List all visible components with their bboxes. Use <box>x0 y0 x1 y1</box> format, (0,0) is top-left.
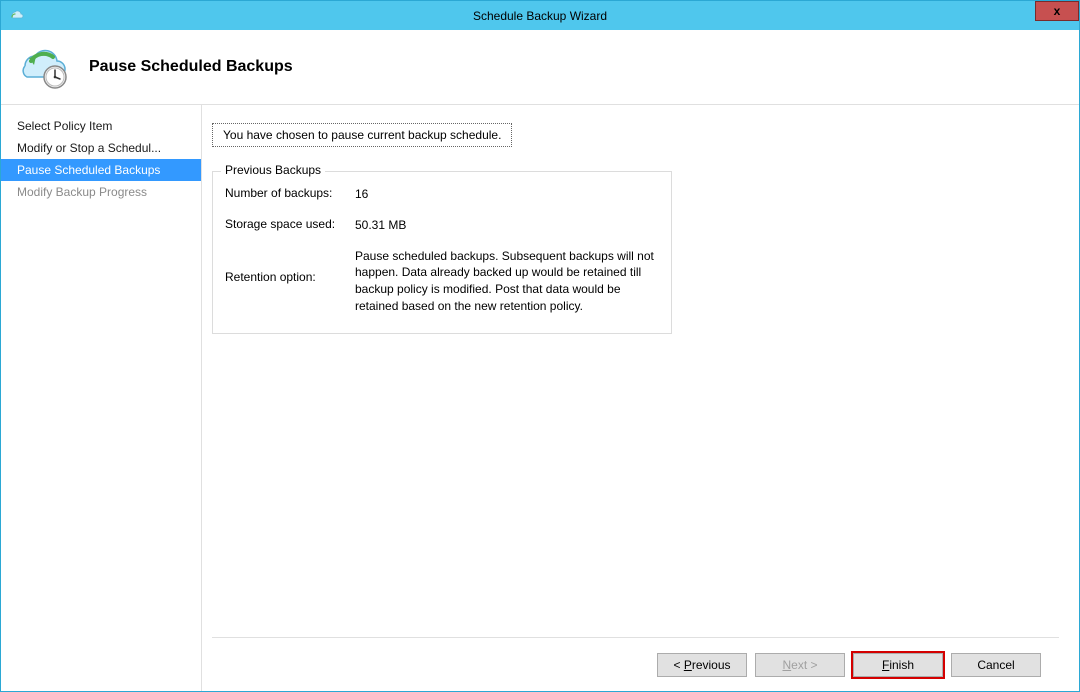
cloud-backup-icon <box>11 40 71 95</box>
cancel-button[interactable]: Cancel <box>951 653 1041 677</box>
titlebar: Schedule Backup Wizard x <box>1 1 1079 30</box>
info-message: You have chosen to pause current backup … <box>212 123 512 147</box>
wizard-content: You have chosen to pause current backup … <box>201 105 1079 691</box>
step-modify-backup-progress: Modify Backup Progress <box>1 181 201 203</box>
close-icon: x <box>1054 4 1061 18</box>
page-title: Pause Scheduled Backups <box>89 58 293 76</box>
value-storage-space-used: 50.31 MB <box>355 217 659 234</box>
wizard-header: Pause Scheduled Backups <box>1 30 1079 105</box>
app-icon <box>7 7 25 25</box>
value-retention-option: Pause scheduled backups. Subsequent back… <box>355 248 659 315</box>
step-modify-or-stop-schedule[interactable]: Modify or Stop a Schedul... <box>1 137 201 159</box>
finish-button[interactable]: Finish <box>853 653 943 677</box>
label-storage-space-used: Storage space used: <box>225 217 355 234</box>
row-storage-space-used: Storage space used: 50.31 MB <box>225 217 659 234</box>
wizard-steps-sidebar: Select Policy Item Modify or Stop a Sche… <box>1 105 201 691</box>
previous-backups-group: Previous Backups Number of backups: 16 S… <box>212 171 672 334</box>
row-number-of-backups: Number of backups: 16 <box>225 186 659 203</box>
step-pause-scheduled-backups[interactable]: Pause Scheduled Backups <box>1 159 201 181</box>
next-button: Next > <box>755 653 845 677</box>
value-number-of-backups: 16 <box>355 186 659 203</box>
wizard-window: Schedule Backup Wizard x Pause Scheduled… <box>0 0 1080 692</box>
step-select-policy-item[interactable]: Select Policy Item <box>1 115 201 137</box>
label-retention-option: Retention option: <box>225 248 355 315</box>
wizard-body: Select Policy Item Modify or Stop a Sche… <box>1 105 1079 691</box>
wizard-button-bar: < Previous Next > Finish Cancel <box>212 637 1059 691</box>
window-title: Schedule Backup Wizard <box>473 9 607 23</box>
label-number-of-backups: Number of backups: <box>225 186 355 203</box>
row-retention-option: Retention option: Pause scheduled backup… <box>225 248 659 315</box>
previous-button[interactable]: < Previous <box>657 653 747 677</box>
close-button[interactable]: x <box>1035 1 1079 21</box>
groupbox-title: Previous Backups <box>221 163 325 177</box>
